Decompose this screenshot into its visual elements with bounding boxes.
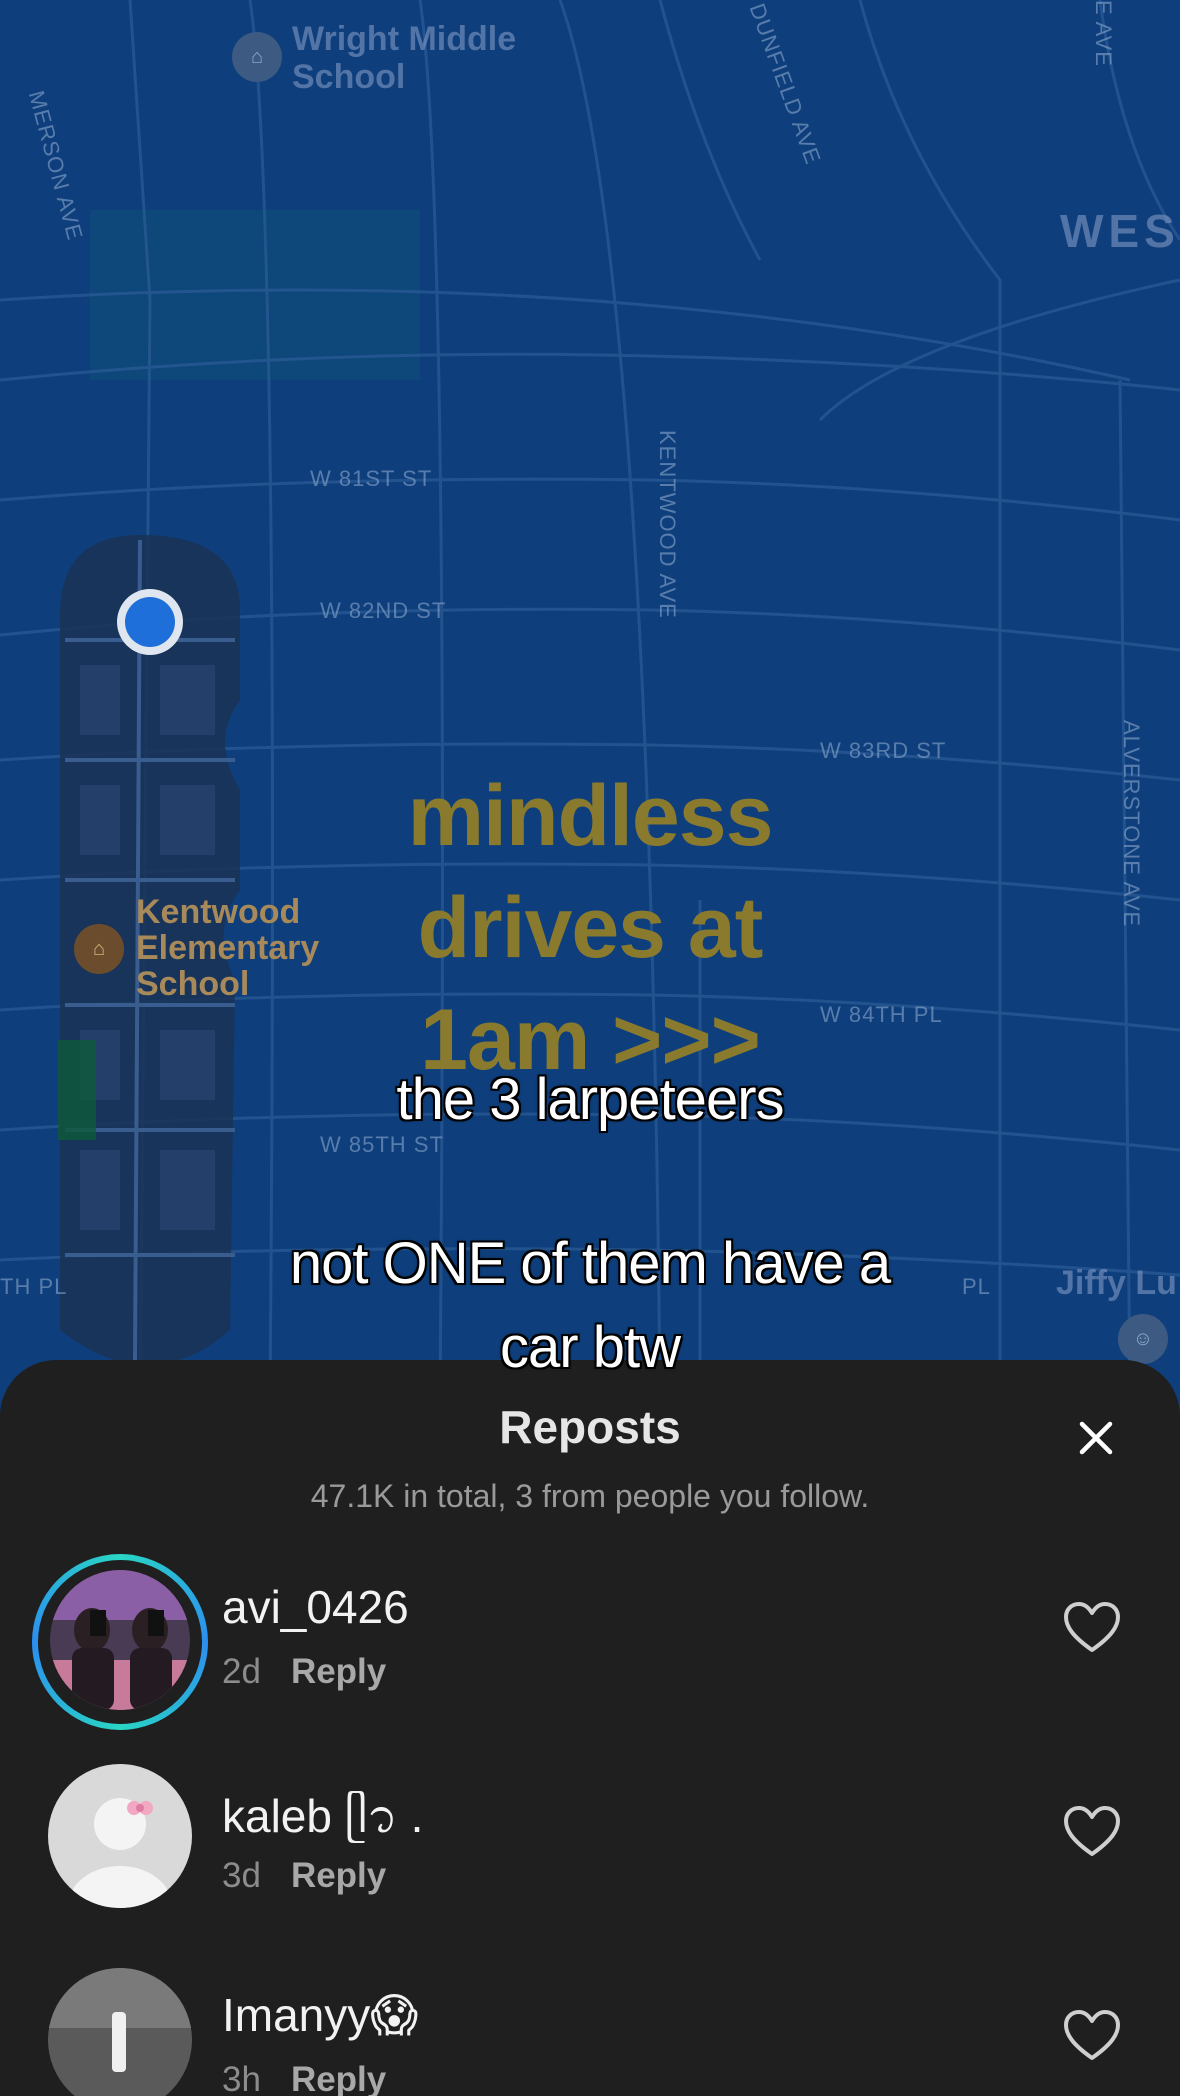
- reposts-sheet: Reposts 47.1K in total, 3 from people yo…: [0, 1360, 1180, 2096]
- reposter-username[interactable]: kaleb ᥫ᭡ .: [222, 1784, 423, 1866]
- repost-age: 3d: [222, 1856, 261, 1895]
- repost-age: 3h: [222, 2060, 261, 2096]
- like-button[interactable]: [1062, 2008, 1122, 2064]
- map-label-top-right-ave: E AVE: [1091, 0, 1116, 67]
- map-label-w82: W 82ND ST: [320, 598, 447, 623]
- sheet-subtitle: 47.1K in total, 3 from people you follow…: [310, 1478, 870, 1514]
- close-icon: [1079, 1421, 1113, 1455]
- map-label-west: WEST: [1060, 205, 1180, 257]
- map-label-w81: W 81ST ST: [310, 466, 433, 491]
- close-button[interactable]: [1070, 1412, 1122, 1464]
- caption-line-3: car btw: [500, 1315, 681, 1380]
- map-label-wright-school: Wright Middle School: [292, 20, 517, 96]
- caption-line-2: not ONE of them have a: [289, 1231, 891, 1296]
- map-label-kentwood-ave: KENTWOOD AVE: [655, 430, 680, 619]
- reposter-meta: 3d Reply: [222, 1856, 386, 1896]
- avatar[interactable]: [50, 1570, 190, 1710]
- like-button[interactable]: [1062, 1600, 1122, 1656]
- school-icon: ⌂: [74, 924, 124, 974]
- default-avatar: [48, 1764, 192, 1908]
- map-label-kentwood-school: Kentwood Elementary School: [136, 893, 320, 1003]
- heart-icon: [1064, 1602, 1120, 1652]
- reposter-meta: 3h Reply: [222, 2060, 386, 2096]
- avatar-photo: [48, 1968, 192, 2096]
- heart-icon: [1064, 2010, 1120, 2060]
- reply-button[interactable]: Reply: [291, 1652, 386, 1691]
- map-background: ⌂ Wright Middle School MERSON AVE DUNFIE…: [0, 0, 1180, 1400]
- video-overlay-text: mindless drives at 1am >>>: [407, 768, 774, 1088]
- reposter-row[interactable]: avi_0426 2d Reply: [0, 1554, 1180, 1740]
- reply-button[interactable]: Reply: [291, 2060, 386, 2096]
- like-button[interactable]: [1062, 1804, 1122, 1860]
- map-label-alverstone: ALVERSTONE AVE: [1119, 720, 1144, 928]
- sheet-title: Reposts: [499, 1401, 681, 1453]
- video-stage: ⌂ Wright Middle School MERSON AVE DUNFIE…: [0, 0, 1180, 2096]
- map-roads: [0, 0, 1180, 1400]
- school-icon: ⌂: [232, 32, 282, 82]
- reposter-username[interactable]: Imanyy😱: [222, 1988, 418, 2042]
- repost-age: 2d: [222, 1652, 261, 1691]
- heart-icon: [1064, 1806, 1120, 1856]
- caption-line-1: the 3 larpeteers: [396, 1067, 784, 1132]
- avatar-photo: [50, 1570, 190, 1710]
- reposter-username[interactable]: avi_0426: [222, 1580, 409, 1634]
- avatar[interactable]: [48, 1968, 192, 2096]
- reposter-meta: 2d Reply: [222, 1652, 386, 1692]
- reply-button[interactable]: Reply: [291, 1856, 386, 1895]
- avatar[interactable]: [48, 1764, 192, 1908]
- reposter-row[interactable]: Imanyy😱 3h Reply: [0, 1968, 1180, 2096]
- reposter-row[interactable]: kaleb ᥫ᭡ . 3d Reply: [0, 1764, 1180, 1944]
